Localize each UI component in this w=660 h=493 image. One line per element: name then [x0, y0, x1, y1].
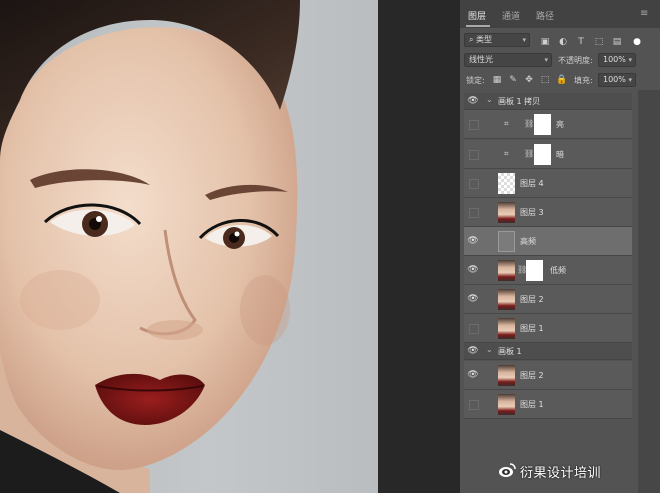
- eye-icon[interactable]: 👁: [467, 361, 479, 389]
- layer-row[interactable]: ⌗ ⛓ 暗: [464, 140, 632, 169]
- eye-icon[interactable]: 👁: [467, 256, 479, 284]
- blend-mode-value: 线性光: [469, 55, 493, 64]
- chevron-down-icon[interactable]: ⌄: [486, 95, 493, 104]
- lock-all-icon[interactable]: 🔒: [556, 75, 567, 85]
- visibility-toggle[interactable]: [469, 179, 479, 189]
- panel-menu-icon[interactable]: ≡: [640, 8, 650, 19]
- layer-row[interactable]: 👁 图层 2: [464, 285, 632, 314]
- filter-kind-label: 类型: [476, 35, 493, 44]
- layer-thumbnail[interactable]: [498, 260, 515, 281]
- layer-thumbnail[interactable]: [498, 318, 515, 339]
- layer-name: 画板 1: [498, 347, 522, 356]
- layer-row[interactable]: 👁 高频: [464, 227, 632, 256]
- lock-label: 锁定:: [466, 76, 485, 85]
- layer-group-row[interactable]: 👁 ⌄ 画板 1 拷贝: [464, 93, 632, 110]
- active-tab-indicator: [466, 25, 490, 27]
- layer-name: 亮: [556, 120, 564, 129]
- document-canvas[interactable]: [0, 0, 378, 493]
- panel-tabs: 图层 通道 路径 ≡: [460, 0, 660, 28]
- lock-transparent-icon[interactable]: ▦: [492, 75, 502, 85]
- tab-channels[interactable]: 通道: [502, 9, 520, 22]
- adjustment-filter-icon[interactable]: ◐: [558, 37, 568, 47]
- lock-artboard-icon[interactable]: ⬚: [540, 75, 550, 85]
- layer-name: 图层 2: [520, 371, 544, 380]
- shape-filter-icon[interactable]: ⬚: [594, 37, 604, 47]
- chevron-down-icon: ▾: [522, 36, 526, 44]
- layers-scrollbar[interactable]: [638, 90, 660, 493]
- layer-group-row[interactable]: 👁 ⌄ 画板 1: [464, 343, 632, 360]
- fill-input[interactable]: 100% ▾: [598, 73, 636, 87]
- image-filter-icon[interactable]: ▣: [540, 37, 550, 47]
- curves-adjustment-icon: ⌗: [504, 149, 509, 158]
- layer-thumbnail[interactable]: [498, 231, 515, 252]
- layer-thumbnail[interactable]: [498, 394, 515, 415]
- layer-thumbnail[interactable]: [498, 173, 515, 194]
- chevron-down-icon: ▾: [628, 76, 632, 84]
- visibility-toggle[interactable]: [469, 324, 479, 334]
- opacity-label: 不透明度:: [558, 56, 593, 65]
- type-filter-icon[interactable]: T: [576, 37, 586, 47]
- layer-name: 图层 1: [520, 400, 544, 409]
- smart-object-filter-icon[interactable]: ▤: [612, 37, 622, 47]
- visibility-toggle[interactable]: [469, 208, 479, 218]
- layer-mask-thumbnail[interactable]: [526, 260, 543, 281]
- portrait-image: [0, 0, 300, 493]
- layer-name: 暗: [556, 150, 564, 159]
- filter-toggle-icon[interactable]: ●: [632, 37, 642, 47]
- search-icon: ⌕: [469, 35, 474, 44]
- visibility-toggle[interactable]: [469, 400, 479, 410]
- link-icon[interactable]: ⛓: [524, 149, 534, 158]
- chevron-down-icon: ▾: [628, 56, 632, 64]
- layer-mask-thumbnail[interactable]: [534, 144, 551, 165]
- layer-row[interactable]: 图层 4: [464, 169, 632, 198]
- layer-row[interactable]: 👁 ⛓ 低频: [464, 256, 632, 285]
- visibility-toggle[interactable]: [469, 120, 479, 130]
- curves-adjustment-icon: ⌗: [504, 119, 509, 128]
- layer-row[interactable]: 👁 图层 2: [464, 361, 632, 390]
- layer-thumbnail[interactable]: [498, 202, 515, 223]
- filter-kind-select[interactable]: ⌕ 类型 ▾: [464, 33, 530, 47]
- fill-value: 100%: [603, 75, 626, 84]
- opacity-value: 100%: [603, 55, 626, 64]
- layer-row[interactable]: 图层 3: [464, 198, 632, 227]
- tab-layers[interactable]: 图层: [468, 9, 486, 22]
- layer-row[interactable]: ⌗ ⛓ 亮: [464, 110, 632, 139]
- layer-name: 低频: [550, 266, 566, 275]
- workspace-gutter: [378, 0, 460, 493]
- layer-row[interactable]: 图层 1: [464, 390, 632, 419]
- eye-icon[interactable]: 👁: [467, 227, 479, 255]
- chevron-down-icon[interactable]: ⌄: [486, 345, 493, 354]
- lock-position-icon[interactable]: ✥: [524, 75, 534, 85]
- fill-label: 填充:: [574, 76, 593, 85]
- layer-name: 画板 1 拷贝: [498, 97, 541, 106]
- eye-icon[interactable]: 👁: [467, 285, 479, 313]
- opacity-input[interactable]: 100% ▾: [598, 53, 636, 67]
- layer-thumbnail[interactable]: [498, 365, 515, 386]
- layer-thumbnail[interactable]: [498, 289, 515, 310]
- visibility-toggle[interactable]: [469, 150, 479, 160]
- eye-icon[interactable]: 👁: [467, 93, 479, 109]
- layer-mask-thumbnail[interactable]: [534, 114, 551, 135]
- layer-name: 图层 2: [520, 295, 544, 304]
- lock-paint-icon[interactable]: ✎: [508, 75, 518, 85]
- layer-name: 图层 4: [520, 179, 544, 188]
- watermark-text: 衍果设计培训: [520, 466, 602, 481]
- layer-name: 高频: [520, 237, 536, 246]
- eye-icon[interactable]: 👁: [467, 343, 479, 359]
- layer-row[interactable]: 图层 1: [464, 314, 632, 343]
- layer-name: 图层 1: [520, 324, 544, 333]
- link-icon[interactable]: ⛓: [524, 119, 534, 128]
- tab-paths[interactable]: 路径: [536, 9, 554, 22]
- blend-mode-select[interactable]: 线性光 ▾: [464, 53, 552, 67]
- layer-name: 图层 3: [520, 208, 544, 217]
- chevron-down-icon: ▾: [544, 56, 548, 64]
- weibo-logo-icon: [499, 463, 516, 477]
